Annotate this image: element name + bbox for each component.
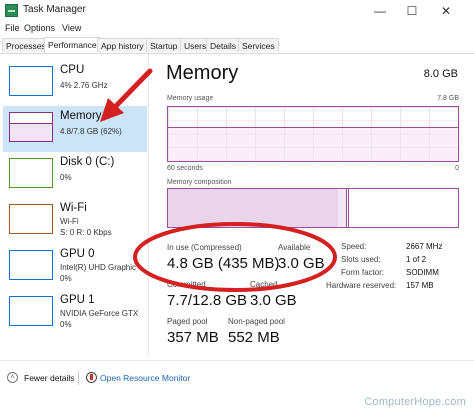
tab-strip: Processes Performance App history Startu… bbox=[0, 37, 474, 54]
form-factor-value: SODIMM bbox=[406, 268, 439, 277]
sidebar-item-detail: Intel(R) UHD Graphic bbox=[60, 263, 137, 272]
fewer-details-link[interactable]: Fewer details bbox=[24, 373, 75, 383]
minimize-button[interactable]: — bbox=[366, 1, 394, 21]
disk-graph-icon bbox=[9, 158, 53, 188]
gpu0-graph-icon bbox=[9, 250, 53, 280]
paged-pool-label: Paged pool bbox=[167, 317, 208, 326]
title-bar: Task Manager — ☐ ✕ bbox=[0, 0, 474, 22]
form-factor-label: Form factor: bbox=[341, 268, 385, 277]
cached-label: Cached bbox=[250, 280, 278, 289]
page-title: Memory bbox=[166, 62, 239, 84]
chevron-up-icon[interactable]: ˄ bbox=[7, 372, 18, 383]
in-use-value: 4.8 GB (435 MB) bbox=[167, 255, 280, 272]
task-manager-icon bbox=[5, 4, 18, 17]
memory-usage-label: Memory usage bbox=[167, 95, 214, 102]
committed-value: 7.7/12.8 GB bbox=[167, 292, 248, 309]
sidebar-item-label: GPU 0 bbox=[60, 248, 95, 260]
memory-graph-icon bbox=[9, 112, 53, 142]
sidebar-item-label: Disk 0 (C:) bbox=[60, 156, 115, 168]
sidebar-item-label: GPU 1 bbox=[60, 294, 95, 306]
cached-value: 3.0 GB bbox=[250, 292, 297, 309]
sidebar-item-label: Wi-Fi bbox=[60, 202, 87, 214]
available-label: Available bbox=[278, 243, 311, 252]
speed-label: Speed: bbox=[341, 242, 367, 251]
slots-used-value: 1 of 2 bbox=[406, 255, 427, 264]
tab-performance[interactable]: Performance bbox=[44, 37, 101, 53]
tab-startup[interactable]: Startup bbox=[146, 38, 182, 52]
gpu1-graph-icon bbox=[9, 296, 53, 326]
memory-total: 8.0 GB bbox=[423, 68, 458, 80]
sidebar-item-disk[interactable]: Disk 0 (C:) 0% bbox=[3, 152, 147, 198]
sidebar-item-detail: 0% bbox=[60, 173, 72, 182]
menu-file[interactable]: File bbox=[5, 23, 20, 33]
paged-pool-value: 357 MB bbox=[167, 329, 219, 346]
sidebar-item-detail: 4% 2.76 GHz bbox=[60, 81, 108, 90]
wifi-graph-icon bbox=[9, 204, 53, 234]
tab-processes[interactable]: Processes bbox=[2, 38, 50, 52]
memory-mini-fill bbox=[10, 122, 52, 141]
composition-standby bbox=[346, 189, 349, 227]
sidebar-item-detail: 4.8/7.8 GB (62%) bbox=[60, 127, 122, 136]
sidebar-item-detail-2: 0% bbox=[60, 320, 72, 329]
memory-panel: Memory 8.0 GB Memory usage 7.8 GB 60 sec… bbox=[158, 56, 466, 356]
committed-label: Committed bbox=[167, 280, 206, 289]
sidebar-item-label: CPU bbox=[60, 64, 85, 76]
sidebar-item-wifi[interactable]: Wi-Fi Wi-Fi S: 0 R: 0 Kbps bbox=[3, 198, 147, 244]
menu-view[interactable]: View bbox=[62, 23, 81, 33]
sidebar-item-detail: Wi-Fi bbox=[60, 217, 79, 226]
sidebar-item-memory[interactable]: Memory 4.8/7.8 GB (62%) bbox=[3, 106, 147, 152]
tab-details[interactable]: Details bbox=[206, 38, 240, 52]
in-use-label: In use (Compressed) bbox=[167, 243, 242, 252]
memory-usage-max: 7.8 GB bbox=[437, 95, 459, 102]
footer-bar: ˄ Fewer details Open Resource Monitor bbox=[0, 360, 474, 395]
maximize-button[interactable]: ☐ bbox=[398, 1, 426, 21]
speed-value: 2667 MHz bbox=[406, 242, 443, 251]
tab-app-history[interactable]: App history bbox=[97, 38, 148, 52]
hardware-reserved-label: Hardware reserved: bbox=[326, 281, 397, 290]
time-axis-label: 60 seconds bbox=[167, 165, 203, 172]
open-resource-monitor-link[interactable]: Open Resource Monitor bbox=[100, 373, 190, 383]
sidebar-item-gpu0[interactable]: GPU 0 Intel(R) UHD Graphic 0% bbox=[3, 244, 147, 290]
watermark: ComputerHope.com bbox=[364, 396, 466, 408]
non-paged-pool-value: 552 MB bbox=[228, 329, 280, 346]
menu-options[interactable]: Options bbox=[24, 23, 55, 33]
memory-usage-graph bbox=[167, 106, 459, 162]
cpu-graph-icon bbox=[9, 66, 53, 96]
memory-composition-bar bbox=[167, 188, 459, 228]
sidebar-item-detail-2: S: 0 R: 0 Kbps bbox=[60, 228, 112, 237]
time-axis-end: 0 bbox=[455, 165, 459, 172]
composition-in-use bbox=[168, 189, 339, 227]
hardware-reserved-value: 157 MB bbox=[406, 281, 434, 290]
slots-used-label: Slots used: bbox=[341, 255, 381, 264]
footer-divider bbox=[78, 371, 79, 385]
memory-usage-fill bbox=[168, 126, 458, 161]
resource-monitor-icon[interactable] bbox=[86, 372, 97, 383]
non-paged-pool-label: Non-paged pool bbox=[228, 317, 285, 326]
sidebar-item-cpu[interactable]: CPU 4% 2.76 GHz bbox=[3, 60, 147, 106]
sidebar-item-detail: NVIDIA GeForce GTX bbox=[60, 309, 139, 318]
window-title: Task Manager bbox=[23, 4, 86, 15]
memory-composition-label: Memory composition bbox=[167, 179, 232, 186]
close-button[interactable]: ✕ bbox=[432, 1, 460, 21]
menu-bar: File Options View bbox=[0, 22, 474, 36]
available-value: 3.0 GB bbox=[278, 255, 325, 272]
sidebar-item-label: Memory bbox=[60, 110, 102, 122]
sidebar-item-detail-2: 0% bbox=[60, 274, 72, 283]
tab-services[interactable]: Services bbox=[238, 38, 279, 52]
performance-sidebar: CPU 4% 2.76 GHz Memory 4.8/7.8 GB (62%) … bbox=[0, 54, 149, 356]
sidebar-item-gpu1[interactable]: GPU 1 NVIDIA GeForce GTX 0% bbox=[3, 290, 147, 336]
